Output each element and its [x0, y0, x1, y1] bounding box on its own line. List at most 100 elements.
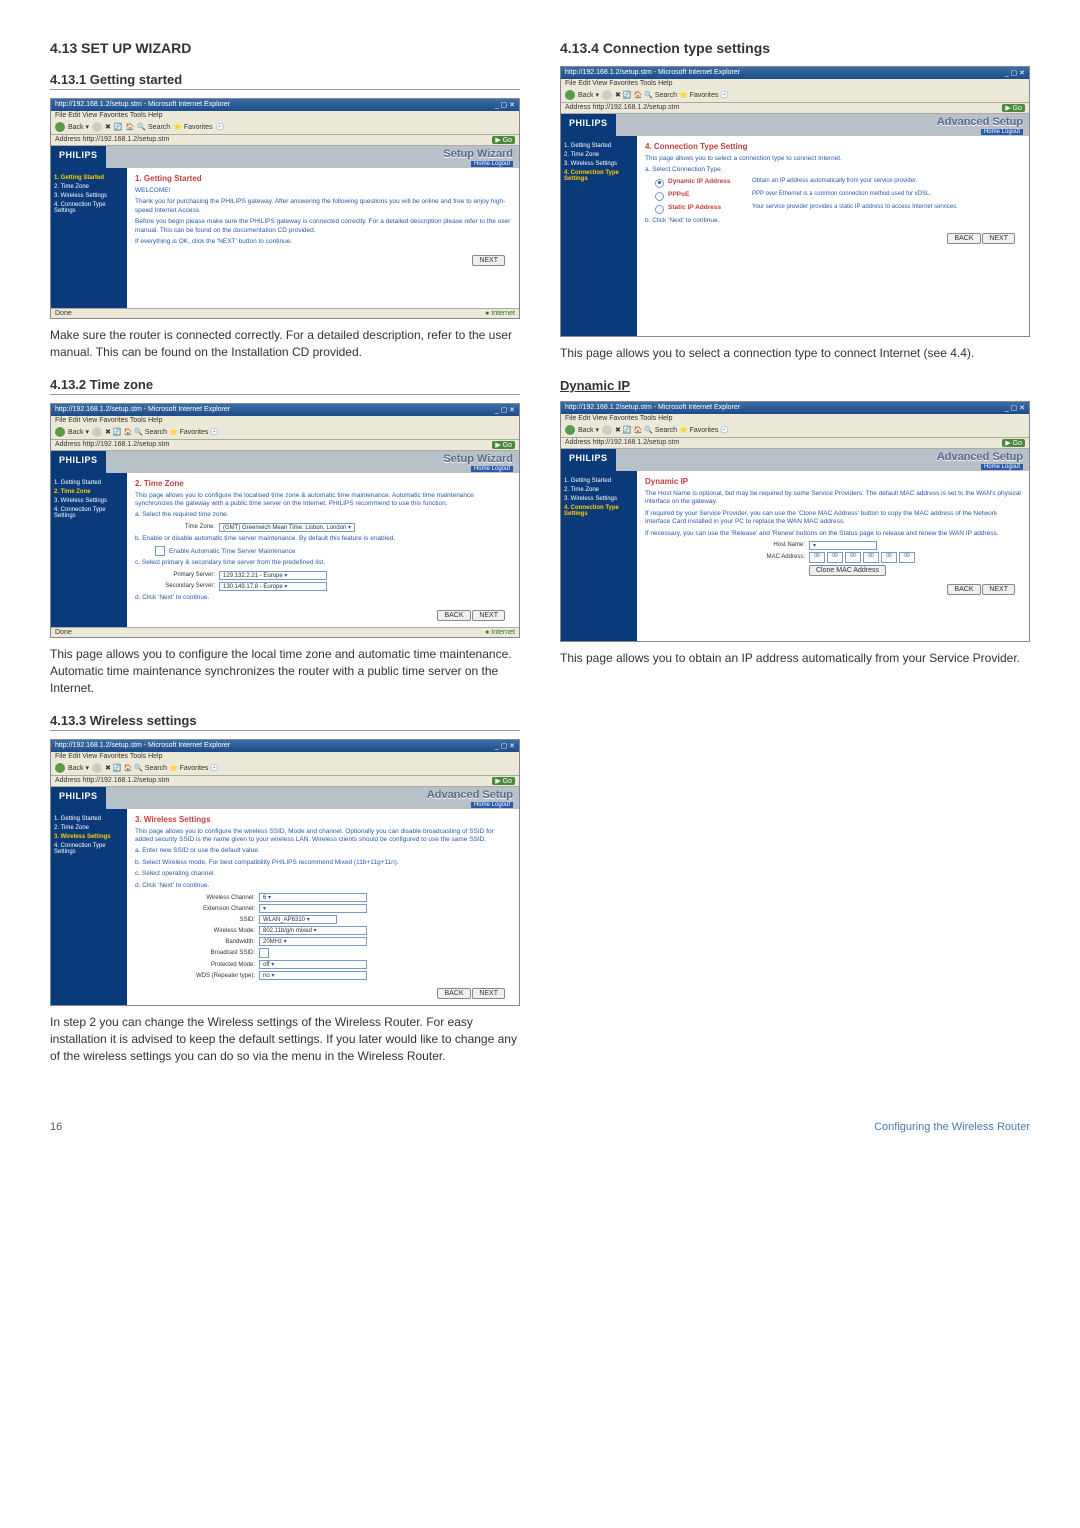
- radio-dynamic-ip[interactable]: [655, 179, 664, 188]
- wizard-sidebar: 1. Getting Started 2. Time Zone 3. Wirel…: [561, 136, 637, 336]
- sidebar-item-getting-started[interactable]: 1. Getting Started: [564, 478, 634, 484]
- wchan-select[interactable]: 6: [259, 893, 367, 902]
- status-internet: ● Internet: [485, 629, 515, 636]
- sidebar-item-wireless[interactable]: 3. Wireless Settings: [54, 834, 124, 840]
- sidebar-item-wireless[interactable]: 3. Wireless Settings: [54, 193, 124, 199]
- sidebar-item-connection-type[interactable]: 4. Connection Type Settings: [564, 505, 634, 517]
- next-button[interactable]: NEXT: [982, 233, 1015, 244]
- sidebar-item-time-zone[interactable]: 2. Time Zone: [54, 184, 124, 190]
- ie-menubar: File Edit View Favorites Tools Help: [51, 416, 519, 425]
- ext-label: Extension Channel:: [175, 906, 255, 912]
- window-controls: _ ▢ ✕: [495, 101, 515, 109]
- caption-connection-type: This page allows you to select a connect…: [560, 345, 1030, 362]
- secondary-select[interactable]: 130.149.17.8 - Europe: [219, 582, 327, 591]
- go-button[interactable]: ▶ Go: [492, 441, 515, 449]
- window-controls: _ ▢ ✕: [495, 406, 515, 414]
- ssid-input[interactable]: WLAN_AP6310: [259, 915, 337, 924]
- next-button[interactable]: NEXT: [472, 610, 505, 621]
- sidebar-item-connection-type[interactable]: 4. Connection Type Settings: [54, 507, 124, 519]
- sidebar-item-wireless[interactable]: 3. Wireless Settings: [54, 498, 124, 504]
- wchan-label: Wireless Channel:: [175, 895, 255, 901]
- forward-icon[interactable]: [92, 427, 102, 437]
- heading-wireless-settings: 4.13.3 Wireless settings: [50, 713, 520, 731]
- back-icon[interactable]: [55, 122, 65, 132]
- banner-links[interactable]: Home Logout: [471, 161, 513, 167]
- primary-select[interactable]: 129.132.2.21 - Europe: [219, 571, 327, 580]
- clone-mac-button[interactable]: Clone MAC Address: [809, 565, 886, 576]
- back-button[interactable]: BACK: [437, 610, 470, 621]
- tz-step-c: c. Select primary & secondary time serve…: [135, 559, 511, 567]
- mode-select[interactable]: 802.11b/g/n mixed: [259, 926, 367, 935]
- tz-select[interactable]: (GMT) Greenwich Mean Time: Lisbon, Londo…: [219, 523, 355, 532]
- radio-pppoe[interactable]: [655, 192, 664, 201]
- enable-auto-checkbox[interactable]: [155, 546, 165, 556]
- prot-select[interactable]: off: [259, 960, 367, 969]
- banner-links[interactable]: Home Logout: [471, 802, 513, 808]
- forward-icon[interactable]: [92, 122, 102, 132]
- mac-inputs[interactable]: 000000000000: [809, 552, 915, 563]
- ext-select[interactable]: [259, 904, 367, 913]
- go-button[interactable]: ▶ Go: [1002, 104, 1025, 112]
- stop-icon[interactable]: ✖: [105, 123, 111, 131]
- ws-b: b. Select Wireless mode. For best compat…: [135, 859, 511, 867]
- search-icon[interactable]: 🔍 Search: [137, 123, 170, 131]
- ie-toolbar: Back ▾✖ 🔄 🏠 🔍 Search ⭐ Favorites 🕘: [561, 88, 1029, 103]
- status-done: Done: [55, 310, 72, 317]
- go-button[interactable]: ▶ Go: [1002, 439, 1025, 447]
- address-bar[interactable]: Address http://192.168.1.2/setup.stm: [565, 439, 679, 447]
- sidebar-item-time-zone[interactable]: 2. Time Zone: [564, 152, 634, 158]
- panel-title: 1. Getting Started: [135, 174, 511, 183]
- radio-static-ip[interactable]: [655, 205, 664, 214]
- dip-p1: The Host Name is optional, but may be re…: [645, 490, 1021, 507]
- back-button[interactable]: BACK: [947, 584, 980, 595]
- tz-label: Time Zone:: [135, 524, 215, 530]
- back-button[interactable]: BACK: [947, 233, 980, 244]
- refresh-icon[interactable]: 🔄: [114, 123, 123, 131]
- next-button[interactable]: NEXT: [982, 584, 1015, 595]
- sidebar-item-time-zone[interactable]: 2. Time Zone: [54, 825, 124, 831]
- sidebar-item-getting-started[interactable]: 1. Getting Started: [54, 480, 124, 486]
- sidebar-item-connection-type[interactable]: 4. Connection Type Settings: [54, 202, 124, 214]
- ie-menubar: File Edit View Favorites Tools Help: [51, 111, 519, 120]
- window-controls: _ ▢ ✕: [1005, 404, 1025, 412]
- go-button[interactable]: ▶ Go: [492, 777, 515, 785]
- bcast-checkbox[interactable]: [259, 948, 269, 958]
- ssid-label: SSID:: [175, 917, 255, 923]
- banner-links[interactable]: Home Logout: [981, 129, 1023, 135]
- wizard-sidebar: 1. Getting Started 2. Time Zone 3. Wirel…: [561, 471, 637, 641]
- address-bar[interactable]: Address http://192.168.1.2/setup.stm: [55, 136, 169, 144]
- address-bar[interactable]: Address http://192.168.1.2/setup.stm: [565, 104, 679, 112]
- address-bar[interactable]: Address http://192.168.1.2/setup.stm: [55, 441, 169, 449]
- back-icon[interactable]: [55, 427, 65, 437]
- window-controls: _ ▢ ✕: [1005, 69, 1025, 77]
- banner-links[interactable]: Home Logout: [981, 464, 1023, 470]
- banner-links[interactable]: Home Logout: [471, 466, 513, 472]
- sidebar-item-getting-started[interactable]: 1. Getting Started: [54, 816, 124, 822]
- ie-title: http://192.168.1.2/setup.stm - Microsoft…: [55, 742, 230, 750]
- sidebar-item-connection-type[interactable]: 4. Connection Type Settings: [54, 843, 124, 855]
- secondary-label: Secondary Server:: [135, 583, 215, 589]
- tz-step-a: a. Select the required time zone.: [135, 511, 511, 519]
- sidebar-item-wireless[interactable]: 3. Wireless Settings: [564, 161, 634, 167]
- sidebar-item-getting-started[interactable]: 1. Getting Started: [54, 175, 124, 181]
- sidebar-item-time-zone[interactable]: 2. Time Zone: [54, 489, 124, 495]
- sidebar-item-time-zone[interactable]: 2. Time Zone: [564, 487, 634, 493]
- sidebar-item-connection-type[interactable]: 4. Connection Type Settings: [564, 170, 634, 182]
- back-button[interactable]: BACK: [437, 988, 470, 999]
- sidebar-item-getting-started[interactable]: 1. Getting Started: [564, 143, 634, 149]
- sidebar-item-wireless[interactable]: 3. Wireless Settings: [564, 496, 634, 502]
- bw-select[interactable]: 20MHz: [259, 937, 367, 946]
- go-button[interactable]: ▶ Go: [492, 136, 515, 144]
- opt-dynamic-desc: Obtain an IP address automatically from …: [752, 178, 1021, 184]
- panel-title: 2. Time Zone: [135, 479, 511, 488]
- host-input[interactable]: [809, 541, 877, 550]
- favorites-icon[interactable]: ⭐ Favorites: [173, 123, 212, 131]
- home-icon[interactable]: 🏠: [126, 123, 135, 131]
- wds-select[interactable]: no: [259, 971, 367, 980]
- next-button[interactable]: NEXT: [472, 988, 505, 999]
- history-icon[interactable]: 🕘: [216, 123, 225, 131]
- caption-getting-started: Make sure the router is connected correc…: [50, 327, 520, 361]
- next-button[interactable]: NEXT: [472, 255, 505, 266]
- screenshot-connection-type: http://192.168.1.2/setup.stm - Microsoft…: [560, 66, 1030, 337]
- address-bar[interactable]: Address http://192.168.1.2/setup.stm: [55, 777, 169, 785]
